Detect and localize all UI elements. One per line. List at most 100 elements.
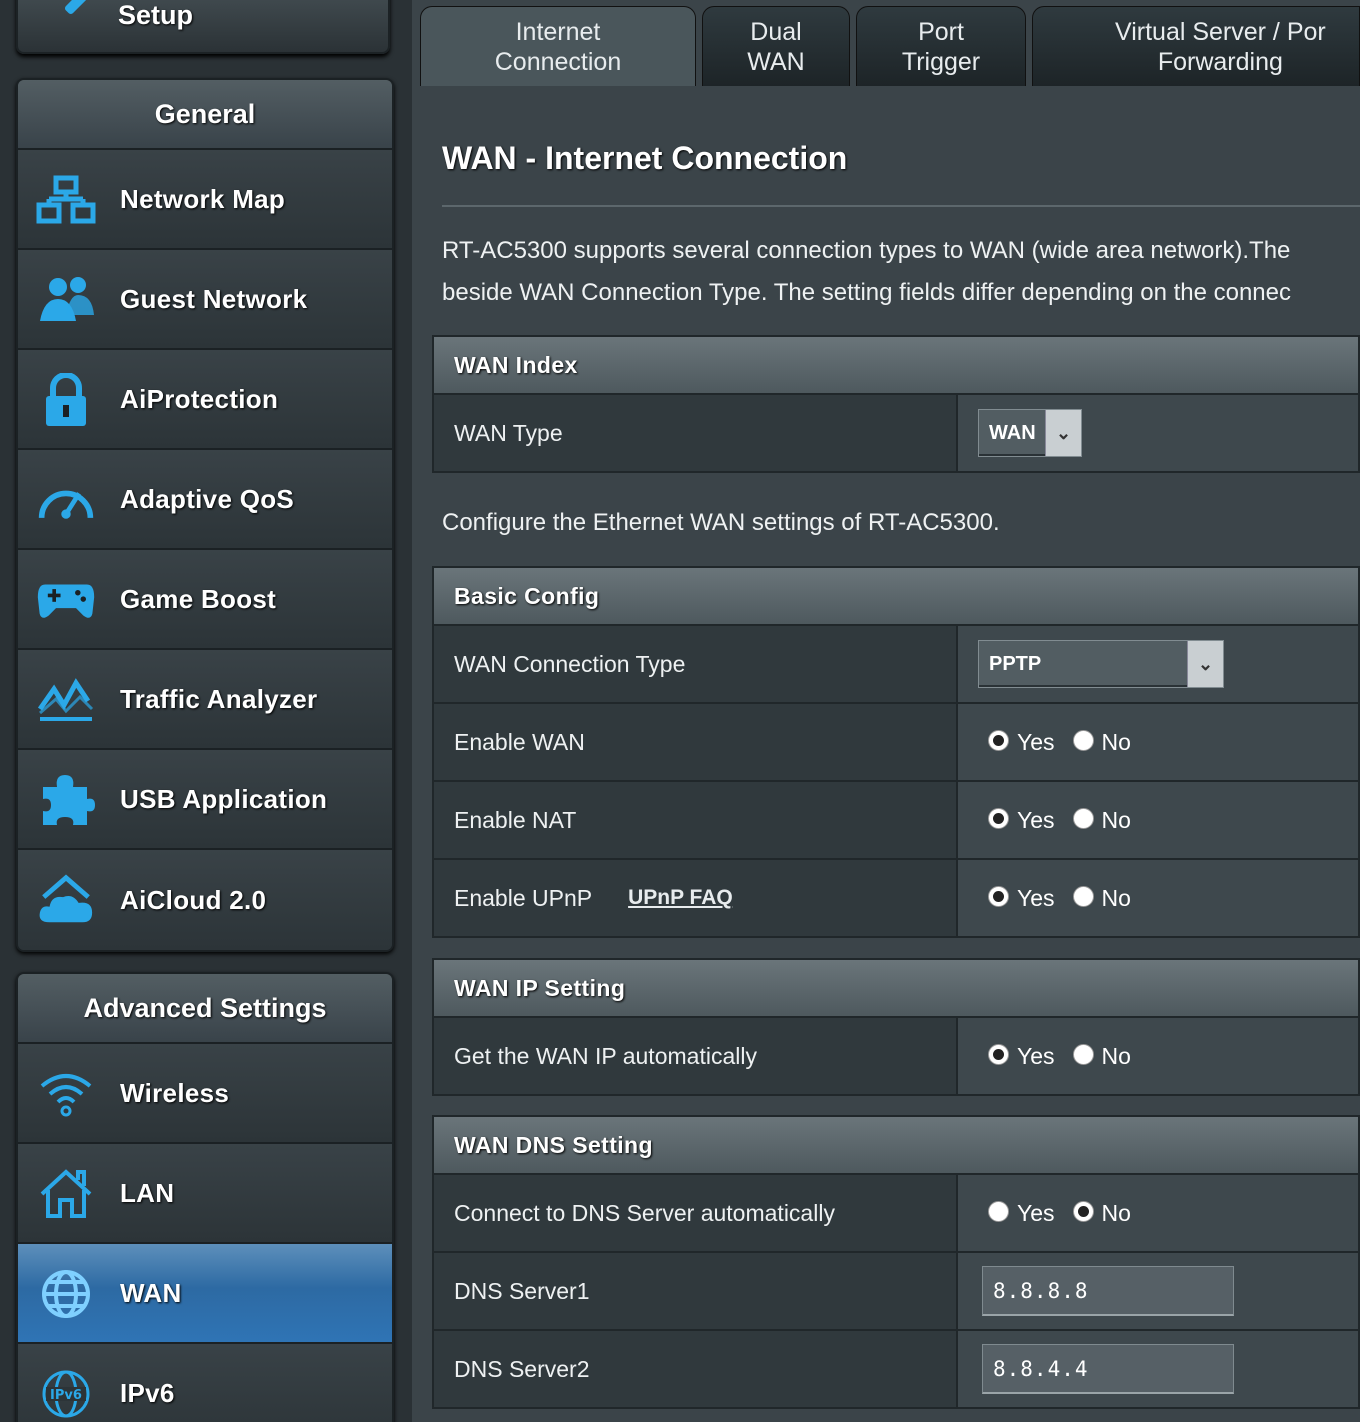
wan-connection-type-select[interactable]: PPTP ⌄ <box>978 640 1224 688</box>
sidebar-item-network-map[interactable]: Network Map <box>18 150 392 250</box>
auto-dns-no-radio[interactable] <box>1072 1200 1094 1222</box>
section-header: Basic Config <box>434 568 1358 624</box>
dns-server1-input[interactable]: 8.8.8.8 <box>982 1266 1234 1316</box>
tab-label-line2: Trigger <box>901 47 981 76</box>
sidebar-item-game-boost[interactable]: Game Boost <box>18 550 392 650</box>
dns-server2-input[interactable]: 8.8.4.4 <box>982 1344 1234 1394</box>
auto-dns-yes-radio[interactable] <box>988 1200 1009 1222</box>
section-header: WAN IP Setting <box>434 960 1358 1016</box>
no-label: No <box>1101 806 1131 833</box>
title-divider <box>442 205 1360 207</box>
enable-wan-yes-radio[interactable] <box>988 729 1009 751</box>
sidebar-item-ipv6[interactable]: IPv6 IPv6 <box>18 1344 392 1422</box>
enable-upnp-yes-radio[interactable] <box>988 885 1009 907</box>
sidebar-item-traffic-analyzer[interactable]: Traffic Analyzer <box>18 650 392 750</box>
yes-label: Yes <box>1017 728 1055 755</box>
auto-dns-row: Connect to DNS Server automatically Yes … <box>434 1173 1358 1251</box>
yes-label: Yes <box>1017 1042 1055 1069</box>
wan-type-value: WAN <box>989 421 1036 444</box>
sidebar-item-label: IPv6 <box>120 1377 175 1408</box>
sidebar-item-label: Network Map <box>120 183 286 214</box>
general-menu-group: General Network Map Guest Network AiProt… <box>16 78 394 952</box>
wan-type-label: WAN Type <box>434 395 956 471</box>
enable-nat-row: Enable NAT Yes No <box>434 780 1358 858</box>
no-label: No <box>1101 728 1131 755</box>
enable-upnp-label: Enable UPnP <box>454 884 593 911</box>
enable-nat-yes-radio[interactable] <box>988 807 1009 829</box>
sidebar-item-guest-network[interactable]: Guest Network <box>18 250 392 350</box>
sidebar-item-label: USB Application <box>120 783 328 814</box>
enable-wan-row: Enable WAN Yes No <box>434 702 1358 780</box>
tab-label-line1: Internet <box>515 17 601 46</box>
globe-icon <box>36 1266 96 1322</box>
speedometer-icon <box>36 472 96 528</box>
no-label: No <box>1101 1199 1131 1226</box>
yes-label: Yes <box>1017 1199 1055 1226</box>
configure-text: Configure the Ethernet WAN settings of R… <box>442 509 1000 536</box>
tab-port-trigger[interactable]: Port Trigger <box>856 6 1026 86</box>
sidebar-item-label: AiProtection <box>120 383 279 414</box>
chevron-down-icon: ⌄ <box>1187 641 1223 687</box>
enable-wan-no-radio[interactable] <box>1072 729 1094 751</box>
sidebar-item-label: LAN <box>120 1177 175 1208</box>
cloud-home-icon <box>36 872 96 928</box>
chart-icon <box>36 672 96 728</box>
enable-wan-radio-group: Yes No <box>988 729 1149 756</box>
advanced-group-title: Advanced Settings <box>18 974 392 1044</box>
sidebar-item-label: WAN <box>120 1277 182 1308</box>
tab-label-line1: Port <box>918 17 964 46</box>
sidebar-item-aicloud[interactable]: AiCloud 2.0 <box>18 850 392 950</box>
auto-wan-ip-no-radio[interactable] <box>1072 1043 1094 1065</box>
tab-dual-wan[interactable]: Dual WAN <box>702 6 850 86</box>
section-header: WAN DNS Setting <box>434 1117 1358 1173</box>
sidebar-item-wireless[interactable]: Wireless <box>18 1044 392 1144</box>
sidebar-item-aiprotection[interactable]: AiProtection <box>18 350 392 450</box>
sidebar-item-label: Traffic Analyzer <box>120 683 318 714</box>
wan-dns-setting-section: WAN DNS Setting Connect to DNS Server au… <box>432 1115 1360 1409</box>
puzzle-icon <box>36 772 96 828</box>
enable-nat-no-radio[interactable] <box>1072 807 1094 829</box>
wan-type-select[interactable]: WAN ⌄ <box>978 409 1082 457</box>
guest-network-icon <box>36 272 96 328</box>
sidebar-item-label: Guest Network <box>120 283 308 314</box>
wifi-icon <box>36 1066 96 1122</box>
enable-wan-label: Enable WAN <box>434 704 956 780</box>
sidebar-item-usb-application[interactable]: USB Application <box>18 750 392 850</box>
yes-label: Yes <box>1017 884 1055 911</box>
sidebar-item-wan[interactable]: WAN <box>18 1244 392 1344</box>
wan-ip-setting-section: WAN IP Setting Get the WAN IP automatica… <box>432 958 1360 1096</box>
wan-connection-type-label: WAN Connection Type <box>434 626 956 702</box>
quick-setup-button[interactable]: Setup <box>16 0 390 54</box>
page-title: WAN - Internet Connection <box>442 140 848 176</box>
sidebar-item-lan[interactable]: LAN <box>18 1144 392 1244</box>
description-text: RT-AC5300 supports several connection ty… <box>442 230 1360 314</box>
chevron-down-icon: ⌄ <box>1045 410 1081 456</box>
wan-type-row: WAN Type WAN ⌄ <box>434 393 1358 471</box>
auto-wan-ip-yes-radio[interactable] <box>988 1043 1009 1065</box>
enable-upnp-no-radio[interactable] <box>1072 885 1094 907</box>
network-map-icon <box>36 172 96 228</box>
lock-icon <box>36 372 96 428</box>
wan-connection-type-value: PPTP <box>989 652 1042 675</box>
section-header: WAN Index <box>434 337 1358 393</box>
auto-dns-radio-group: Yes No <box>988 1200 1149 1227</box>
sidebar-item-label: Wireless <box>120 1077 230 1108</box>
enable-nat-radio-group: Yes No <box>988 807 1149 834</box>
sidebar: Setup General Network Map Guest Network … <box>0 0 412 1422</box>
tab-virtual-server[interactable]: Virtual Server / Por Forwarding <box>1032 6 1360 86</box>
sidebar-item-adaptive-qos[interactable]: Adaptive QoS <box>18 450 392 550</box>
tab-label-line2: Connection <box>494 47 622 76</box>
advanced-menu-group: Advanced Settings Wireless LAN WAN IPv6 … <box>16 972 394 1422</box>
tab-internet-connection[interactable]: Internet Connection <box>420 6 696 86</box>
upnp-faq-link[interactable]: UPnP FAQ <box>628 886 733 910</box>
wan-connection-type-row: WAN Connection Type PPTP ⌄ <box>434 624 1358 702</box>
basic-config-section: Basic Config WAN Connection Type PPTP ⌄ … <box>432 566 1360 938</box>
tab-label-line1: Dual <box>750 17 802 46</box>
svg-text:IPv6: IPv6 <box>50 1388 82 1403</box>
enable-nat-label: Enable NAT <box>434 782 956 858</box>
sidebar-item-label: AiCloud 2.0 <box>120 884 267 915</box>
dns-server1-label: DNS Server1 <box>434 1253 956 1329</box>
home-icon <box>36 1166 96 1222</box>
auto-wan-ip-row: Get the WAN IP automatically Yes No <box>434 1016 1358 1094</box>
no-label: No <box>1101 884 1131 911</box>
